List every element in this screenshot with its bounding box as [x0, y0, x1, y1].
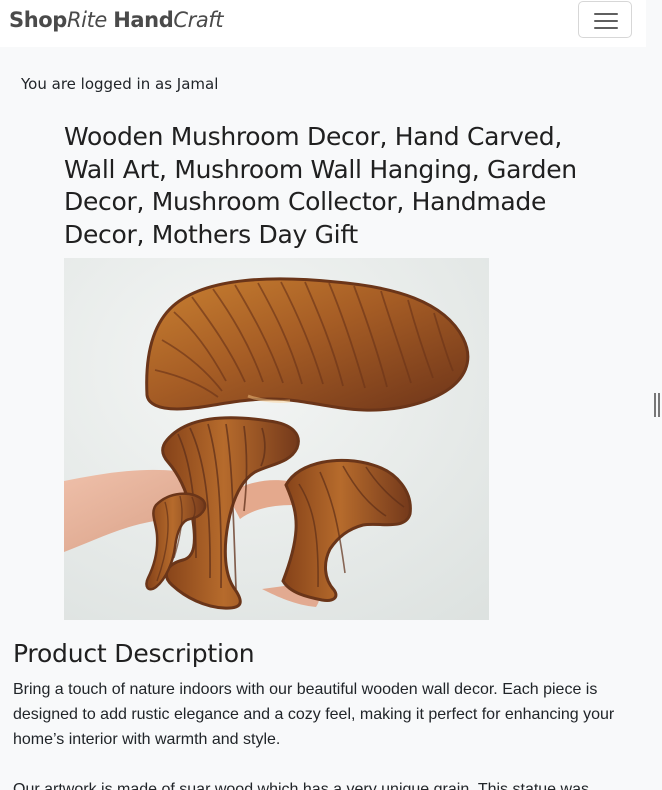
description-paragraph-2: Our artwork is made of suar wood which h… — [13, 781, 589, 790]
product-title: Wooden Mushroom Decor, Hand Carved, Wall… — [64, 122, 577, 249]
resize-handle-line-left — [654, 393, 656, 417]
hamburger-line-top — [594, 13, 618, 15]
hamburger-line-bottom — [594, 27, 618, 29]
menu-toggle-button[interactable] — [578, 1, 632, 38]
wooden-mushroom-image — [64, 258, 489, 620]
product-page: ShopRite HandCraft You are logged in as … — [0, 0, 662, 790]
resize-handle-line-right — [658, 393, 660, 417]
brand-shop: Shop — [9, 8, 67, 32]
login-status: You are logged in as Jamal — [21, 75, 219, 93]
brand-craft: Craft — [173, 8, 224, 32]
hamburger-menu-icon — [594, 12, 618, 29]
hamburger-line-middle — [594, 20, 618, 22]
brand-logo-link[interactable]: ShopRite HandCraft — [9, 5, 224, 35]
top-navbar: ShopRite HandCraft — [0, 0, 646, 47]
brand-hand: Hand — [113, 8, 174, 32]
resize-handle[interactable] — [653, 393, 660, 417]
product-description-heading: Product Description — [13, 639, 255, 668]
brand-rite: Rite — [66, 8, 107, 32]
product-description: Bring a touch of nature indoors with our… — [13, 677, 638, 790]
description-paragraph-1: Bring a touch of nature indoors with our… — [13, 681, 615, 748]
product-image — [64, 258, 489, 620]
